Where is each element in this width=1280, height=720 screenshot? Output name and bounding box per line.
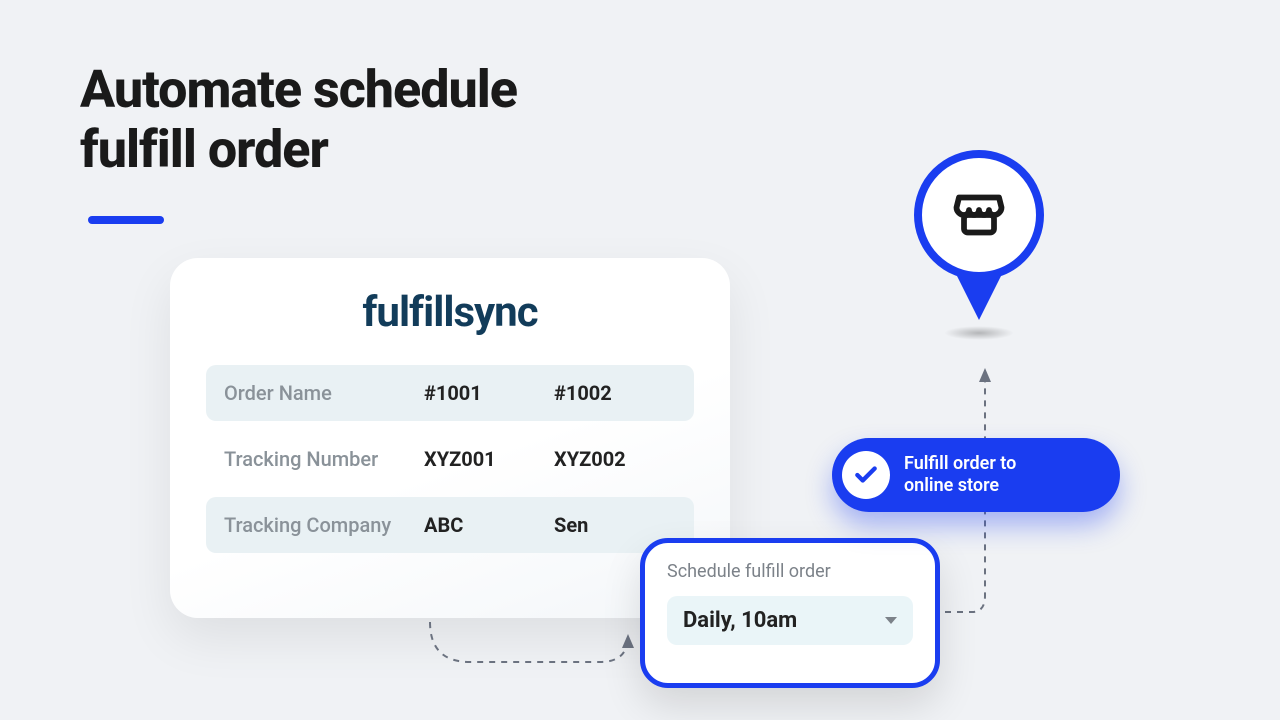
schedule-label: Schedule fulfill order <box>667 561 913 582</box>
check-circle-icon <box>842 451 890 499</box>
value-tracking-2: XYZ002 <box>554 447 626 471</box>
fulfill-pill[interactable]: Fulfill order toonline store <box>832 438 1120 512</box>
chevron-down-icon <box>885 617 897 624</box>
brand-logo-text: fulfillsync <box>206 288 694 337</box>
title-underline <box>88 216 164 224</box>
schedule-card: Schedule fulfill order Daily, 10am <box>640 538 940 688</box>
value-tracking-1: XYZ001 <box>424 447 554 471</box>
row-tracking-company: Tracking Company ABC Sen <box>206 497 694 553</box>
label-tracking-number: Tracking Number <box>224 447 424 471</box>
store-icon <box>949 185 1009 245</box>
value-company-1: ABC <box>424 513 554 537</box>
label-order-name: Order Name <box>224 381 424 405</box>
row-tracking-number: Tracking Number XYZ001 XYZ002 <box>206 431 694 487</box>
pill-text: Fulfill order toonline store <box>904 453 1016 498</box>
schedule-select[interactable]: Daily, 10am <box>667 596 913 645</box>
value-company-2: Sen <box>554 513 588 537</box>
value-order-1: #1001 <box>424 381 554 405</box>
row-order-name: Order Name #1001 #1002 <box>206 365 694 421</box>
page-title: Automate schedulefulfill order <box>80 60 517 180</box>
schedule-value: Daily, 10am <box>683 608 797 633</box>
store-pin <box>914 150 1044 350</box>
label-tracking-company: Tracking Company <box>224 513 424 537</box>
value-order-2: #1002 <box>554 381 612 405</box>
